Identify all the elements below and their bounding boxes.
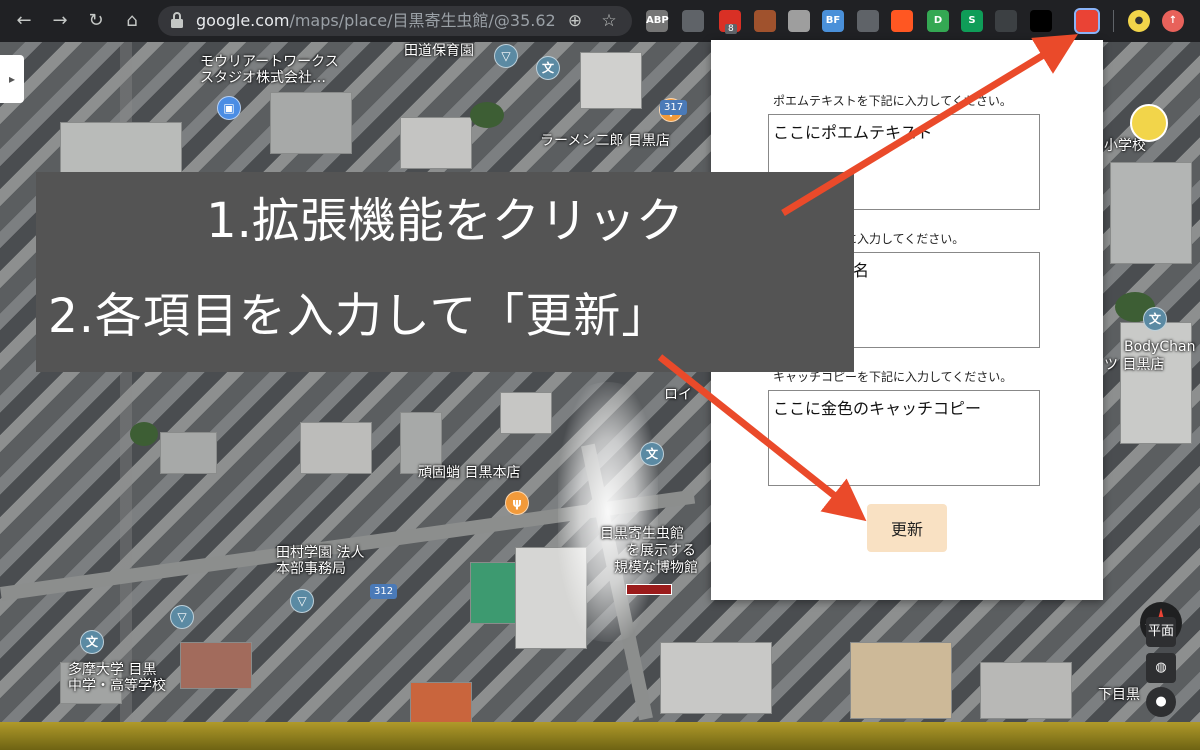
map-label-tama[interactable]: 多摩大学 目黒 中学・高等学校: [68, 662, 166, 694]
instruction-step-2: 2.各項目を入力して「更新」: [48, 289, 670, 344]
toolbar-divider: [1113, 10, 1114, 32]
reload-icon[interactable]: ↻: [82, 7, 110, 35]
camera-extension-icon[interactable]: [682, 10, 704, 32]
bottom-strip: [0, 722, 1200, 750]
poem-label: ポエムテキストを下記に入力してください。: [773, 94, 1012, 108]
building: [1110, 162, 1192, 264]
tree: [130, 422, 158, 446]
building: [500, 392, 552, 434]
building: [410, 682, 472, 722]
street-view-icon[interactable]: ●: [1146, 687, 1176, 717]
home-icon[interactable]: ⌂: [118, 7, 146, 35]
route-shield: 317: [660, 100, 688, 115]
address-bar[interactable]: google.com/maps/place/目黒寄生虫館/@35.6294...…: [158, 6, 632, 36]
map-label-kiseichu-desc1: を展示する: [626, 543, 696, 559]
poem-extension-icon[interactable]: [1074, 8, 1100, 34]
bolt-extension-icon[interactable]: [857, 10, 879, 32]
qr-extension-icon[interactable]: [995, 10, 1017, 32]
map-label-tsu-meguro[interactable]: ツ 目黒店: [1104, 357, 1164, 373]
url-path: /maps/place/目黒寄生虫館/@35.6294...: [289, 11, 556, 30]
add-circle-icon[interactable]: ⊕: [564, 10, 586, 32]
school-pin-icon[interactable]: ▽: [494, 44, 518, 68]
building: [300, 422, 372, 474]
building: [400, 117, 472, 169]
school-pin-icon[interactable]: ▽: [290, 589, 314, 613]
pegman-avatar[interactable]: [1130, 104, 1168, 142]
globe-icon[interactable]: ◍: [1146, 653, 1176, 683]
map-label-school[interactable]: 小学校: [1104, 138, 1146, 154]
url-text: google.com/maps/place/目黒寄生虫館/@35.6294...: [196, 6, 556, 36]
shopping-pin-icon[interactable]: ▣: [217, 96, 241, 120]
map-label-denmichi[interactable]: 田道保育園: [404, 43, 474, 59]
lock-icon: [171, 12, 183, 28]
map-label-roi[interactable]: ロイ: [664, 387, 692, 403]
bf-extension-icon[interactable]: BF: [822, 10, 844, 32]
back-icon[interactable]: ←: [10, 7, 38, 35]
building: [270, 92, 352, 154]
building: [180, 642, 252, 689]
highlight-glow: [558, 382, 658, 642]
bookmark-star-icon[interactable]: ☆: [598, 10, 620, 32]
fire-extension-icon[interactable]: [891, 10, 913, 32]
school-pin-icon[interactable]: ▽: [170, 605, 194, 629]
building: [160, 432, 217, 474]
building: [850, 642, 952, 719]
forward-icon[interactable]: →: [46, 7, 74, 35]
map-label-bodychan[interactable]: BodyChan: [1124, 339, 1195, 355]
tree: [470, 102, 504, 128]
building: [980, 662, 1072, 719]
url-host: google.com: [196, 11, 290, 30]
school-pin-icon[interactable]: 文: [640, 442, 664, 466]
instruction-step-1: 1.拡張機能をクリック: [206, 193, 684, 249]
update-menu-icon[interactable]: ↑: [1162, 10, 1184, 32]
map-label-tamura[interactable]: 田村学園 法人 本部事務局: [276, 545, 364, 577]
extension-badge: 8: [725, 24, 737, 34]
d-extension-icon[interactable]: D: [927, 10, 949, 32]
catch-textarea[interactable]: [768, 390, 1040, 486]
selected-place-marker[interactable]: [626, 584, 672, 595]
instruction-banner: 1.拡張機能をクリック 2.各項目を入力して「更新」: [36, 172, 854, 372]
profile-avatar[interactable]: ●: [1128, 10, 1150, 32]
adblock-extension-icon[interactable]: ABP: [646, 10, 669, 32]
browser-toolbar: ← → ↻ ⌂ google.com/maps/place/目黒寄生虫館/@35…: [0, 0, 1200, 42]
school-pin-icon[interactable]: 文: [536, 56, 560, 80]
map-label-kiseichu-desc2: 規模な博物館: [614, 560, 698, 576]
map-label-morii[interactable]: モウリアートワークス スタジオ株式会社…: [200, 54, 339, 86]
map-label-ramen[interactable]: ラーメン二郎 目黒店: [540, 133, 670, 149]
restaurant-pin-icon[interactable]: ψ: [505, 491, 529, 515]
expand-side-panel-icon[interactable]: ▸: [0, 55, 24, 103]
eraser-extension-icon[interactable]: [788, 10, 810, 32]
school-pin-icon[interactable]: 文: [80, 630, 104, 654]
school-pin-icon[interactable]: 文: [1143, 307, 1167, 331]
flat-view-button[interactable]: 平面: [1146, 617, 1176, 647]
save-extension-icon[interactable]: [1030, 10, 1052, 32]
s-extension-icon[interactable]: S: [961, 10, 983, 32]
cookie-extension-icon[interactable]: [754, 10, 776, 32]
update-button[interactable]: 更新: [867, 504, 947, 552]
map-label-ganko[interactable]: 頑固蛸 目黒本店: [418, 465, 520, 481]
route-shield: 312: [370, 584, 398, 599]
building: [660, 642, 772, 714]
map-label-kiseichu[interactable]: 目黒寄生虫館: [600, 526, 684, 542]
map-label-shimomeguro[interactable]: 下目黒: [1098, 687, 1140, 703]
building: [60, 122, 182, 179]
building: [580, 52, 642, 109]
